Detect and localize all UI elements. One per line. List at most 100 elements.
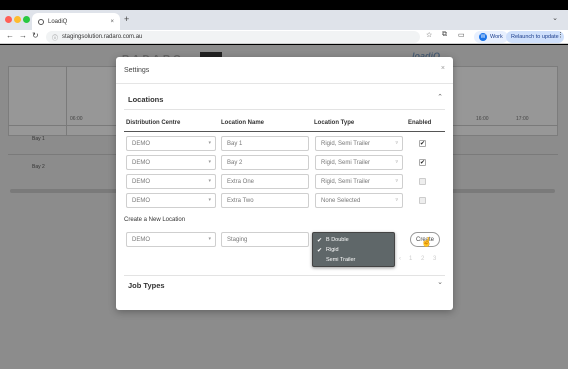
bay-label: Bay 2: [32, 164, 45, 170]
chevron-down-icon[interactable]: ⌄: [437, 278, 443, 286]
chevron-down-icon: ▾: [208, 178, 211, 184]
sidepanel-icon[interactable]: ▭: [458, 31, 465, 39]
bookmark-star-icon[interactable]: ☆: [426, 31, 432, 39]
extensions-icon[interactable]: ⧉: [442, 31, 447, 39]
new-location-name-input[interactable]: Staging: [221, 232, 309, 247]
location-type-select[interactable]: Rigid, Semi Trailer ▿: [315, 174, 403, 189]
distribution-centre-select[interactable]: DEMO ▾: [126, 155, 216, 170]
chevron-up-icon[interactable]: ⌃: [437, 93, 443, 101]
job-types-section-header[interactable]: Job Types: [128, 281, 165, 290]
browser-tab-bar: LoadiQ × + ⌄: [0, 10, 568, 30]
column-header-location-type: Location Type: [314, 120, 355, 126]
reload-icon[interactable]: ↻: [32, 31, 39, 40]
chevron-down-icon: ▾: [208, 159, 211, 165]
dropdown-option-semi-trailer[interactable]: Semi Trailer: [313, 255, 396, 265]
locations-section-header[interactable]: Locations: [128, 95, 163, 104]
address-bar[interactable]: ⓘ stagingsolution.radaro.com.au: [46, 31, 420, 43]
mouse-cursor-icon: ☝: [421, 237, 433, 247]
back-icon[interactable]: ←: [6, 31, 14, 40]
bay-label: Bay 1: [32, 136, 45, 142]
column-header-distribution-centre: Distribution Centre: [126, 120, 181, 126]
select-value: Rigid, Semi Trailer: [321, 159, 371, 166]
select-value: DEMO: [132, 140, 150, 147]
input-value: Bay 1: [227, 140, 243, 147]
select-value: DEMO: [132, 178, 150, 185]
tab-close-icon[interactable]: ×: [110, 19, 114, 25]
page-number[interactable]: 2: [421, 256, 424, 262]
option-label: B Double: [326, 237, 349, 243]
distribution-centre-select[interactable]: DEMO ▾: [126, 136, 216, 151]
profile-button[interactable]: W Work: [474, 31, 508, 43]
location-type-select[interactable]: None Selected ▿: [315, 193, 403, 208]
input-placeholder: Staging: [227, 236, 248, 243]
select-value: Rigid, Semi Trailer: [321, 140, 371, 147]
tab-search-icon[interactable]: ⌄: [552, 14, 558, 22]
location-type-dropdown: ✔ B Double ✔ Rigid Semi Trailer: [312, 232, 395, 267]
close-icon[interactable]: ×: [441, 65, 445, 72]
tab-title: LoadiQ: [48, 18, 68, 25]
enabled-checkbox[interactable]: [419, 178, 426, 185]
input-value: Extra One: [227, 178, 255, 185]
select-value: DEMO: [132, 197, 150, 204]
input-value: Extra Two: [227, 197, 254, 204]
page-number[interactable]: 1: [409, 256, 412, 262]
enabled-checkbox[interactable]: [419, 197, 426, 204]
location-name-input[interactable]: Bay 2: [221, 155, 309, 170]
forward-icon[interactable]: →: [19, 31, 27, 40]
column-header-enabled: Enabled: [408, 120, 432, 126]
checkmark-icon: ✔: [317, 247, 323, 254]
table-header-divider: [124, 131, 445, 132]
filter-icon: ▿: [395, 140, 398, 146]
prev-page-icon[interactable]: ‹: [399, 256, 401, 262]
input-value: Bay 2: [227, 159, 243, 166]
location-name-input[interactable]: Extra One: [221, 174, 309, 189]
select-value: Rigid, Semi Trailer: [321, 178, 371, 185]
location-type-select[interactable]: Rigid, Semi Trailer ▿: [315, 136, 403, 151]
browser-menu-icon[interactable]: ⋮: [557, 31, 564, 39]
column-header-location-name: Location Name: [221, 120, 265, 126]
avatar: W: [479, 33, 487, 41]
profile-label: Work: [490, 34, 503, 40]
option-label: Semi Trailer: [326, 257, 356, 263]
modal-title: Settings: [124, 67, 150, 74]
dropdown-option-rigid[interactable]: ✔ Rigid: [313, 245, 396, 255]
relaunch-button[interactable]: Relaunch to update: [506, 31, 564, 43]
maximize-window-icon[interactable]: [23, 16, 30, 23]
divider: [116, 83, 453, 84]
location-type-select[interactable]: Rigid, Semi Trailer ▿: [315, 155, 403, 170]
divider: [124, 109, 445, 110]
enabled-checkbox[interactable]: ✔: [419, 159, 426, 166]
dropdown-option-b-double[interactable]: ✔ B Double: [313, 235, 396, 245]
create-location-label: Create a New Location: [124, 217, 186, 223]
globe-icon: [38, 18, 44, 25]
select-value: None Selected: [321, 197, 361, 204]
site-info-icon[interactable]: ⓘ: [52, 33, 58, 42]
enabled-checkbox[interactable]: ✔: [419, 140, 426, 147]
time-header: 16:00: [476, 116, 489, 122]
select-value: DEMO: [132, 159, 150, 166]
select-value: DEMO: [132, 236, 150, 243]
page-number[interactable]: 3: [433, 256, 436, 262]
checkmark-icon: ✔: [317, 237, 323, 244]
distribution-centre-select[interactable]: DEMO ▾: [126, 193, 216, 208]
browser-toolbar: ← → ↻ ⓘ stagingsolution.radaro.com.au ☆ …: [0, 30, 568, 44]
time-header: 17:00: [516, 116, 529, 122]
chevron-down-icon: ▾: [208, 197, 211, 203]
minimize-window-icon[interactable]: [14, 16, 21, 23]
filter-icon: ▿: [395, 197, 398, 203]
filter-icon: ▿: [395, 159, 398, 165]
browser-tab[interactable]: LoadiQ ×: [32, 13, 120, 30]
distribution-centre-select[interactable]: DEMO ▾: [126, 174, 216, 189]
chevron-down-icon: ▾: [208, 236, 211, 242]
chevron-down-icon: ▾: [208, 140, 211, 146]
new-tab-button[interactable]: +: [124, 14, 129, 24]
new-distribution-centre-select[interactable]: DEMO ▾: [126, 232, 216, 247]
filter-icon: ▿: [395, 178, 398, 184]
location-name-input[interactable]: Extra Two: [221, 193, 309, 208]
location-name-input[interactable]: Bay 1: [221, 136, 309, 151]
screen: LoadiQ × + ⌄ ← → ↻ ⓘ stagingsolution.rad…: [0, 0, 568, 369]
settings-modal: Settings × Locations ⌃ Distribution Cent…: [116, 57, 453, 310]
close-window-icon[interactable]: [5, 16, 12, 23]
url-text: stagingsolution.radaro.com.au: [62, 34, 143, 40]
divider: [124, 275, 445, 276]
